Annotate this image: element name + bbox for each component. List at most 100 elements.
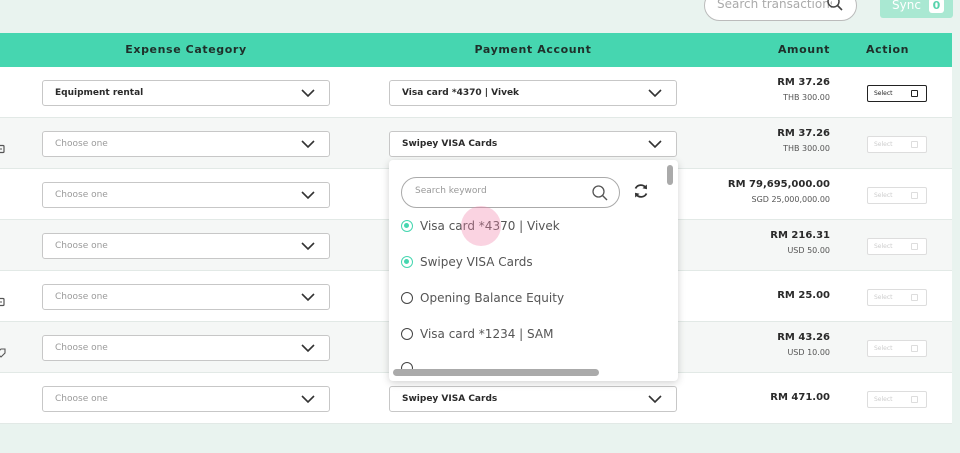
dropdown-option-label: Visa card *4370 | Vivek (420, 219, 560, 233)
expense-category-value: Equipment rental (55, 88, 144, 98)
sync-count-badge: 0 (928, 0, 944, 13)
expense-category-value: Choose one (55, 394, 108, 404)
radio-unselected-icon (401, 292, 413, 304)
amount-value: RM 79,695,000.00 (727, 179, 830, 190)
amount-cell: RM 37.26 THB 300.00 (777, 128, 830, 153)
search-transactions-box[interactable] (704, 0, 857, 21)
amount-cell: RM 37.26 THB 300.00 (777, 77, 830, 102)
keyword-search-input[interactable] (415, 186, 575, 196)
amount-cell: RM 79,695,000.00 SGD 25,000,000.00 (728, 179, 830, 204)
search-icon[interactable] (591, 184, 609, 206)
amount-cell: RM 216.31 USD 50.00 (770, 230, 830, 255)
original-amount-value: USD 50.00 (787, 246, 830, 255)
dropdown-option[interactable]: Visa card *1234 | SAM (401, 324, 553, 344)
chevron-down-icon (301, 292, 315, 305)
amount-cell: RM 471.00 (770, 392, 830, 403)
checkbox-icon (911, 141, 918, 148)
amount-cell: RM 43.26 USD 10.00 (777, 332, 830, 357)
refresh-icon[interactable] (632, 182, 650, 204)
select-label: Select (874, 243, 893, 250)
select-label: Select (874, 345, 893, 352)
checkbox-icon (911, 90, 918, 97)
expense-category-dropdown[interactable]: Choose one (42, 131, 330, 157)
amount-cell: RM 25.00 (777, 290, 830, 301)
horizontal-scrollbar[interactable] (393, 369, 599, 376)
column-header-expense-category: Expense Category (125, 43, 247, 56)
dropdown-option-label: Visa card *1234 | SAM (420, 327, 554, 341)
original-amount-value: SGD 25,000,000.00 (751, 195, 830, 204)
expense-category-value: Choose one (55, 139, 108, 149)
expense-category-value: Choose one (55, 190, 108, 200)
amount-value: RM 37.26 (777, 77, 830, 88)
amount-value: RM 37.26 (777, 128, 830, 139)
tag-icon[interactable] (0, 343, 6, 358)
expense-category-dropdown[interactable]: Choose one (42, 386, 330, 412)
sync-label: Sync (892, 0, 921, 12)
dropdown-option-label: Opening Balance Equity (420, 291, 565, 305)
expense-category-value: Choose one (55, 292, 108, 302)
amount-value: RM 43.26 (777, 332, 830, 343)
top-toolbar: Sync 0 (0, 0, 960, 33)
chevron-down-icon (301, 88, 315, 101)
select-label: Select (874, 294, 893, 301)
chevron-down-icon (301, 241, 315, 254)
select-button[interactable]: Select (867, 340, 927, 357)
column-header-amount: Amount (777, 43, 830, 56)
keyword-search-box[interactable] (401, 177, 620, 208)
search-transactions-input[interactable] (717, 0, 832, 11)
payment-account-dropdown-menu: Visa card *4370 | Vivek Swipey VISA Card… (389, 160, 678, 381)
payment-account-dropdown[interactable]: Swipey VISA Cards (389, 131, 677, 157)
dropdown-option[interactable]: Visa card *4370 | Vivek (401, 216, 560, 236)
select-button[interactable]: Select (867, 391, 927, 408)
select-button[interactable]: Select (867, 289, 927, 306)
expense-category-value: Choose one (55, 343, 108, 353)
select-button[interactable]: Select (867, 238, 927, 255)
select-label: Select (874, 141, 893, 148)
expense-category-dropdown[interactable]: Choose one (42, 233, 330, 259)
payment-account-value: Visa card *4370 | Vivek (402, 88, 520, 98)
dropdown-option[interactable]: Opening Balance Equity (401, 288, 564, 308)
search-icon[interactable] (826, 0, 844, 16)
select-label: Select (874, 90, 893, 97)
expense-category-dropdown[interactable]: Choose one (42, 284, 330, 310)
amount-value: RM 216.31 (770, 230, 830, 241)
sync-button[interactable]: Sync 0 (880, 0, 953, 18)
checkbox-icon (911, 243, 918, 250)
receipt-icon[interactable] (0, 139, 6, 154)
select-label: Select (874, 192, 893, 199)
checkbox-icon (911, 192, 918, 199)
expense-category-dropdown[interactable]: Choose one (42, 335, 330, 361)
expense-category-dropdown[interactable]: Choose one (42, 182, 330, 208)
dropdown-option[interactable]: Swipey VISA Cards (401, 252, 533, 272)
table-row: Equipment rental Visa card *4370 | Vivek… (0, 67, 952, 118)
payment-account-dropdown[interactable]: Swipey VISA Cards (389, 386, 677, 412)
radio-selected-icon (401, 220, 413, 232)
payment-account-dropdown[interactable]: Visa card *4370 | Vivek (389, 80, 677, 106)
chevron-down-icon (301, 139, 315, 152)
checkbox-icon (911, 396, 918, 403)
chevron-down-icon (648, 139, 662, 152)
expense-category-dropdown[interactable]: Equipment rental (42, 80, 330, 106)
chevron-down-icon (648, 88, 662, 101)
expense-category-value: Choose one (55, 241, 108, 251)
vertical-scrollbar[interactable] (667, 165, 673, 185)
original-amount-value: USD 10.00 (787, 348, 830, 357)
original-amount-value: THB 300.00 (783, 93, 830, 102)
select-button[interactable]: Select (867, 136, 927, 153)
checkbox-icon (911, 345, 918, 352)
select-button[interactable]: Select (867, 187, 927, 204)
checkbox-icon (911, 294, 918, 301)
select-label: Select (874, 396, 893, 403)
column-header-action: Action (866, 43, 910, 56)
amount-value: RM 25.00 (777, 290, 830, 301)
chevron-down-icon (301, 394, 315, 407)
payment-account-value: Swipey VISA Cards (402, 394, 498, 404)
receipt-icon[interactable] (0, 292, 6, 307)
chevron-down-icon (648, 394, 662, 407)
table-header: Expense Category Payment Account Amount … (0, 33, 952, 67)
radio-selected-icon (401, 256, 413, 268)
select-button[interactable]: Select (867, 85, 927, 102)
radio-unselected-icon (401, 328, 413, 340)
chevron-down-icon (301, 190, 315, 203)
amount-value: RM 471.00 (770, 392, 830, 403)
